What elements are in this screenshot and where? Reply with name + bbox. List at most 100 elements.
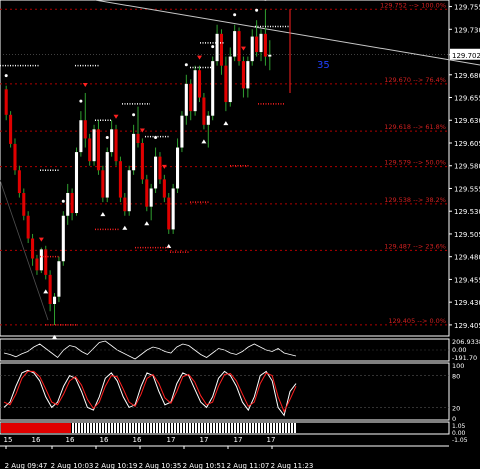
strip-white-bar: [81, 423, 83, 433]
candle-body: [52, 296, 57, 304]
strip-white-bar: [270, 423, 272, 433]
candle-body: [123, 197, 127, 212]
strip-label: 17: [167, 436, 176, 444]
fib-level-label: 129.752 --> 100.0%: [380, 1, 446, 9]
strip-white-bar: [96, 423, 98, 433]
price-tick-label: 129.680: [454, 72, 480, 80]
symbol-marker: 35: [317, 60, 330, 71]
candle-body: [171, 188, 175, 230]
fib-level-label: 129.538 --> 38.2%: [384, 196, 446, 204]
candle-body: [211, 61, 215, 116]
time-tick-label: 2 Aug 10:51: [183, 462, 226, 469]
strip-white-bar: [132, 423, 134, 433]
strip-white-bar: [99, 423, 101, 433]
candle-body: [246, 61, 250, 89]
strip-white-bar: [144, 423, 146, 433]
strip-white-bar: [159, 423, 161, 433]
candle-body: [127, 170, 131, 212]
strip-white-bar: [273, 423, 275, 433]
price-tick-label: 129.605: [454, 140, 480, 148]
strip-white-bar: [123, 423, 125, 433]
indicator1-label: 206.9338: [452, 338, 480, 346]
strip-white-bar: [186, 423, 188, 433]
fractal-dot: [4, 74, 8, 78]
strip-white-bar: [249, 423, 251, 433]
strip-white-bar: [288, 423, 290, 433]
strip-label: 15: [4, 436, 13, 444]
strip-label: 17: [200, 436, 209, 444]
strip-white-bar: [192, 423, 194, 433]
candle-body: [13, 143, 17, 171]
strip-white-bar: [162, 423, 164, 433]
candle-body: [237, 31, 241, 62]
strip-white-bar: [129, 423, 131, 433]
candle-body: [61, 215, 65, 262]
candle-body: [22, 193, 26, 216]
candle-body: [136, 133, 140, 143]
strip-white-bar: [90, 423, 92, 433]
strip-white-bar: [105, 423, 107, 433]
candle-body: [219, 33, 224, 66]
candle-body: [17, 170, 21, 194]
strip-white-bar: [246, 423, 248, 433]
candle-body: [233, 31, 237, 57]
strip-white-bar: [279, 423, 281, 433]
strip-white-bar: [231, 423, 233, 433]
strip-right-label: 1.05: [452, 423, 466, 430]
fractal-dot: [79, 99, 83, 103]
strip-white-bar: [120, 423, 122, 433]
strip-white-bar: [72, 423, 74, 433]
candle-body: [31, 238, 35, 259]
price-tick-label: 129.755: [454, 4, 480, 12]
strip-label: 16: [100, 436, 109, 444]
candle-body: [105, 152, 109, 198]
fractal-dot: [184, 63, 188, 67]
strip-white-bar: [213, 423, 215, 433]
strip-white-bar: [180, 423, 182, 433]
current-price-label: 129.702: [452, 52, 480, 60]
strip-white-bar: [240, 423, 242, 433]
strip-white-bar: [78, 423, 80, 433]
strip-white-bar: [258, 423, 260, 433]
strip-white-bar: [147, 423, 149, 433]
strip-right-label: 0.00: [452, 430, 466, 437]
candle-body: [4, 89, 8, 115]
candle-body: [48, 274, 52, 304]
candle-body: [259, 33, 263, 53]
strip-white-bar: [198, 423, 200, 433]
candle-body: [149, 188, 153, 207]
price-tick-label: 129.655: [454, 95, 480, 103]
strip-white-bar: [87, 423, 89, 433]
candle-body: [9, 114, 13, 144]
fractal-dot: [105, 136, 109, 140]
strip-white-bar: [114, 423, 116, 433]
strip-white-bar: [126, 423, 128, 433]
candle-body: [268, 54, 272, 57]
candle-body: [162, 179, 166, 198]
strip-white-bar: [150, 423, 152, 433]
candle-body: [66, 193, 70, 216]
indicator2-label: 80: [452, 373, 460, 381]
strip-white-bar: [261, 423, 263, 433]
strip-white-bar: [243, 423, 245, 433]
candle-body: [255, 36, 259, 53]
candle-body: [132, 133, 136, 171]
candle-body: [180, 115, 184, 148]
strip-white-bar: [228, 423, 230, 433]
indicator1-label: 0.00: [452, 346, 466, 354]
price-tick-label: 129.480: [454, 254, 480, 262]
strip-white-bar: [282, 423, 284, 433]
time-tick-label: 2 Aug 09:47: [5, 462, 48, 469]
main-panel-frame: [0, 0, 450, 337]
candle-body: [140, 142, 144, 180]
chart-root: 129.755 129.730 129.702 129.680 129.655 129.6…: [0, 0, 480, 469]
candle-body: [70, 193, 74, 214]
strip-white-bar: [117, 423, 119, 433]
strip-white-bar: [171, 423, 173, 433]
strip-white-bar: [237, 423, 239, 433]
strip-white-bar: [138, 423, 140, 433]
strip-white-bar: [267, 423, 269, 433]
candle-body: [110, 129, 114, 153]
price-tick-label: 129.505: [454, 231, 480, 239]
strip-white-bar: [255, 423, 257, 433]
